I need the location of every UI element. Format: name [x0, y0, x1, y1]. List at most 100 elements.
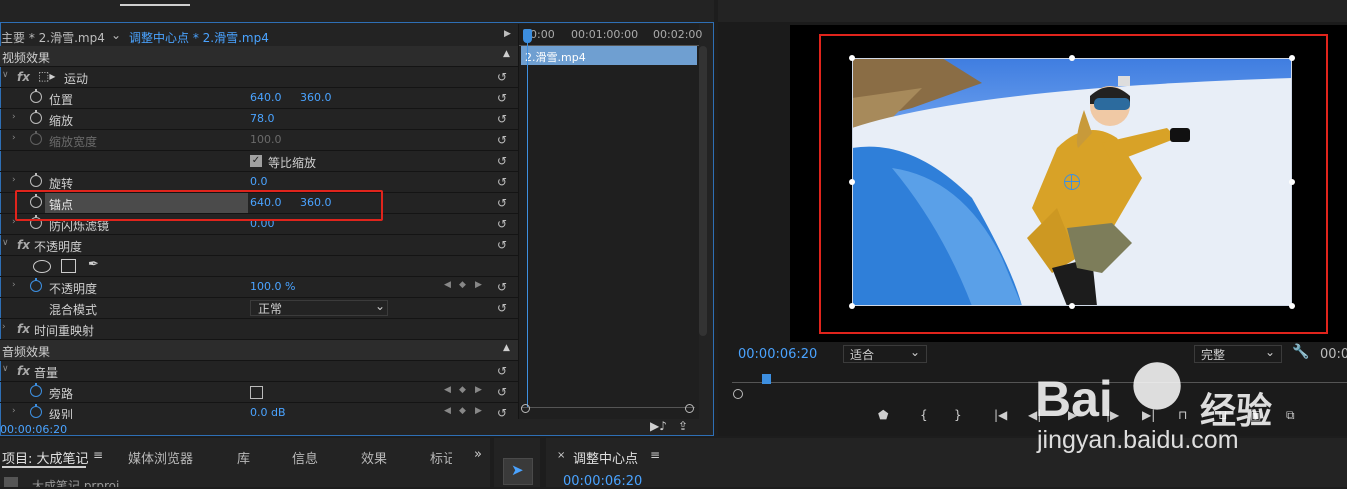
fit-select[interactable]: 适合 ⌄ — [843, 345, 927, 363]
rectangle-mask-icon[interactable] — [61, 259, 76, 273]
stopwatch-icon[interactable] — [30, 110, 42, 124]
expand-chevron-icon[interactable]: ∨ — [2, 238, 9, 248]
add-keyframe-icon[interactable]: ◆ — [459, 280, 466, 290]
fx-icon[interactable]: fx — [17, 238, 30, 252]
next-keyframe-icon[interactable]: ▶ — [475, 406, 482, 416]
play-audio-icon[interactable]: ▶♪ — [650, 419, 667, 433]
prev-keyframe-icon[interactable]: ◀ — [444, 280, 451, 290]
reset-icon[interactable]: ↺ — [497, 217, 511, 231]
reset-icon[interactable]: ↺ — [497, 133, 511, 147]
program-timecode[interactable]: 00:00:06:20 — [738, 347, 817, 362]
folder-icon — [4, 477, 18, 487]
effect-controls-timecode[interactable]: 00:00:06:20 — [0, 423, 67, 436]
reset-icon[interactable]: ↺ — [497, 70, 511, 84]
stopwatch-icon[interactable] — [30, 383, 42, 397]
reset-icon[interactable]: ↺ — [497, 154, 511, 168]
expand-chevron-icon[interactable]: › — [12, 280, 16, 290]
add-marker-icon[interactable]: ⬟ — [878, 408, 888, 422]
position-x-value[interactable]: 640.0 — [250, 91, 282, 104]
tab-info[interactable]: 信息 — [292, 448, 318, 467]
fx-icon[interactable]: fx — [17, 364, 30, 378]
next-keyframe-icon[interactable]: ▶ — [475, 385, 482, 395]
program-scrollbar-handle[interactable] — [733, 389, 743, 399]
stopwatch-icon[interactable] — [30, 278, 42, 292]
reset-icon[interactable]: ↺ — [497, 301, 511, 315]
rotation-value[interactable]: 0.0 — [250, 175, 268, 188]
volume-row[interactable]: ∨ fx 音量 ↺ — [0, 361, 518, 382]
play-only-icon[interactable]: ▶ — [504, 29, 511, 39]
prev-keyframe-icon[interactable]: ◀ — [444, 406, 451, 416]
reset-icon[interactable]: ↺ — [497, 175, 511, 189]
reset-icon[interactable]: ↺ — [497, 385, 511, 399]
tab-effects[interactable]: 效果 — [361, 448, 387, 467]
bypass-checkbox[interactable] — [250, 386, 263, 399]
reset-icon[interactable]: ↺ — [497, 280, 511, 294]
ellipse-mask-icon[interactable] — [33, 260, 51, 273]
timeline-scrollbar[interactable] — [521, 404, 695, 416]
reset-icon[interactable]: ↺ — [497, 196, 511, 210]
prev-keyframe-icon[interactable]: ◀ — [444, 385, 451, 395]
fx-icon[interactable]: fx — [17, 322, 30, 336]
next-keyframe-icon[interactable]: ▶ — [475, 280, 482, 290]
level-value[interactable]: 0.0 dB — [250, 406, 286, 419]
opacity-effect-row[interactable]: ∨ fx 不透明度 ↺ — [0, 235, 518, 256]
expand-chevron-icon[interactable]: › — [12, 112, 16, 122]
tab-timeline-sequence[interactable]: 调整中心点 — [573, 448, 638, 467]
time-remap-label: 时间重映射 — [34, 324, 95, 338]
clip-bar[interactable]: 2.滑雪.mp4 — [521, 46, 697, 65]
tab-libraries[interactable]: 库 — [237, 448, 250, 467]
pen-mask-icon[interactable]: ✒ — [88, 257, 99, 272]
panel-menu-icon[interactable]: ≡ — [93, 448, 103, 462]
vertical-scrollbar[interactable] — [699, 46, 707, 336]
reset-icon[interactable]: ↺ — [497, 406, 511, 419]
go-to-in-icon[interactable]: |◀ — [994, 408, 1007, 422]
position-label: 位置 — [49, 93, 74, 107]
add-keyframe-icon[interactable]: ◆ — [459, 385, 466, 395]
collapse-icon[interactable]: ▲ — [503, 343, 510, 353]
reset-icon[interactable]: ↺ — [497, 112, 511, 126]
expand-chevron-icon[interactable]: › — [2, 322, 6, 332]
expand-chevron-icon[interactable]: › — [12, 406, 16, 416]
scroll-handle-right[interactable] — [685, 404, 694, 413]
stopwatch-icon[interactable] — [30, 404, 42, 418]
tab-media-browser[interactable]: 媒体浏览器 — [128, 448, 193, 467]
expand-chevron-icon[interactable]: › — [12, 175, 16, 185]
reset-icon[interactable]: ↺ — [497, 91, 511, 105]
time-remap-row[interactable]: › fx 时间重映射 — [0, 319, 518, 340]
sequence-clip-label[interactable]: 调整中心点 * 2.滑雪.mp4 — [129, 29, 269, 46]
motion-label: 运动 — [64, 72, 89, 86]
motion-row[interactable]: ∨ fx ⬚▸ 运动 ↺ — [0, 67, 518, 88]
panel-menu-icon[interactable]: ≡ — [650, 448, 660, 462]
mark-in-icon[interactable]: { — [920, 408, 928, 422]
chevron-down-icon[interactable]: ⌄ — [375, 299, 385, 313]
stopwatch-icon[interactable] — [30, 173, 42, 187]
export-icon[interactable]: ⇪ — [678, 419, 688, 433]
position-y-value[interactable]: 360.0 — [300, 91, 332, 104]
expand-chevron-icon[interactable]: ∨ — [2, 364, 9, 374]
reset-icon[interactable]: ↺ — [497, 238, 511, 252]
stopwatch-icon[interactable] — [30, 89, 42, 103]
playhead-marker[interactable] — [523, 29, 532, 43]
add-keyframe-icon[interactable]: ◆ — [459, 406, 466, 416]
tab-project[interactable]: 项目: 大成笔记 — [2, 448, 89, 467]
tab-markers[interactable]: 标记 — [430, 448, 452, 467]
transform-icon[interactable]: ⬚▸ — [38, 69, 55, 83]
collapse-icon[interactable]: ▲ — [503, 49, 510, 59]
expand-chevron-icon[interactable]: ∨ — [2, 70, 9, 80]
fit-value: 适合 — [850, 348, 875, 362]
more-tabs-icon[interactable]: » — [474, 447, 482, 462]
scale-value[interactable]: 78.0 — [250, 112, 275, 125]
chevron-down-icon[interactable]: ⌄ — [111, 28, 121, 42]
reset-icon[interactable]: ↺ — [497, 364, 511, 378]
close-icon[interactable]: × — [557, 450, 565, 461]
master-clip-label[interactable]: 主要 * 2.滑雪.mp4 — [1, 29, 105, 46]
program-playhead[interactable] — [762, 374, 771, 384]
blend-mode-label: 混合模式 — [49, 303, 98, 317]
expand-chevron-icon[interactable]: › — [12, 133, 16, 143]
opacity-value[interactable]: 100.0 % — [250, 280, 295, 293]
mark-out-icon[interactable]: } — [954, 408, 962, 422]
project-file-name[interactable]: 大成笔记.prproj — [32, 477, 119, 487]
scroll-handle-left[interactable] — [521, 404, 530, 413]
uniform-scale-checkbox[interactable]: ✓ — [250, 155, 262, 167]
fx-icon[interactable]: fx — [17, 70, 30, 84]
